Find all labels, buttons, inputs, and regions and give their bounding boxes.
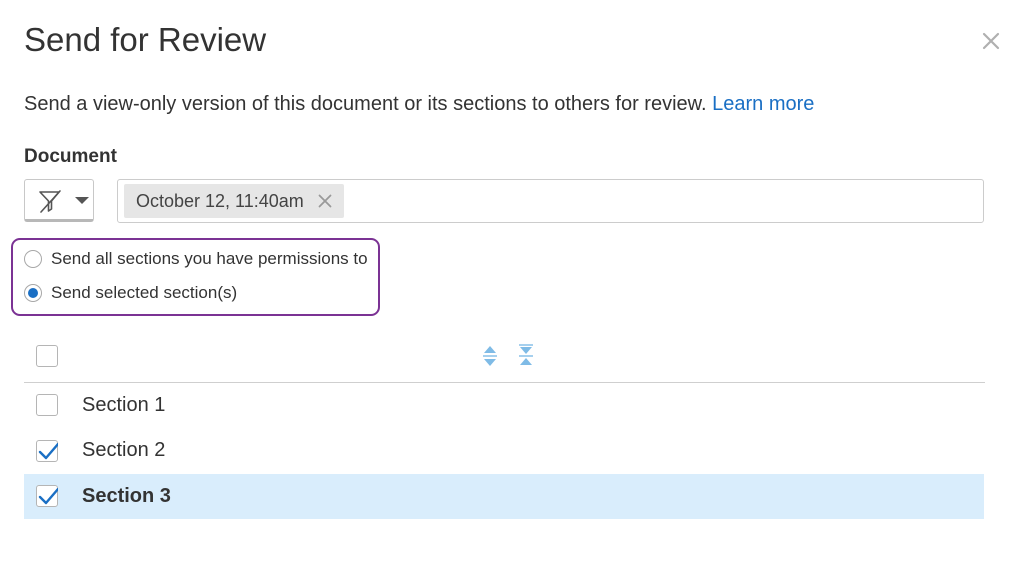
- section-label: Section 3: [82, 485, 171, 507]
- close-icon: [982, 32, 1000, 50]
- filter-dropdown-button[interactable]: [24, 179, 94, 222]
- section-checkbox[interactable]: [36, 440, 58, 462]
- document-label: Document: [24, 146, 117, 167]
- section-checkbox[interactable]: [36, 394, 58, 416]
- collapse-all-icon[interactable]: [516, 344, 536, 368]
- filter-off-icon: [37, 188, 63, 214]
- radio-send-all-sections[interactable]: Send all sections you have permissions t…: [24, 249, 368, 269]
- section-label: Section 1: [82, 394, 166, 416]
- section-checkbox[interactable]: [36, 485, 58, 507]
- close-icon: [318, 194, 332, 208]
- radio-label: Send all sections you have permissions t…: [51, 249, 368, 268]
- version-chip: October 12, 11:40am: [124, 184, 344, 218]
- radio-label: Send selected section(s): [51, 283, 238, 302]
- radio-button-unchecked[interactable]: [24, 250, 42, 268]
- close-button[interactable]: [978, 28, 1004, 54]
- send-for-review-dialog: Send for Review Send a view-only version…: [0, 0, 1011, 573]
- radio-button-checked[interactable]: [24, 284, 42, 302]
- radio-send-selected-sections[interactable]: Send selected section(s): [24, 283, 237, 303]
- section-row[interactable]: Section 2: [24, 428, 984, 473]
- checkmark-icon: [38, 488, 58, 505]
- version-input[interactable]: October 12, 11:40am: [117, 179, 984, 223]
- chevron-down-icon: [75, 197, 89, 204]
- checkmark-icon: [38, 443, 58, 460]
- sections-table-header: [24, 335, 985, 383]
- learn-more-link[interactable]: Learn more: [712, 93, 814, 115]
- description-text: Send a view-only version of this documen…: [24, 93, 707, 115]
- version-chip-label: October 12, 11:40am: [136, 190, 304, 211]
- select-all-checkbox[interactable]: [36, 345, 58, 367]
- dialog-title: Send for Review: [24, 21, 267, 58]
- section-label: Section 2: [82, 439, 166, 461]
- remove-chip-button[interactable]: [316, 192, 334, 210]
- section-row-highlighted[interactable]: Section 3: [24, 474, 984, 519]
- expand-all-icon[interactable]: [480, 344, 500, 368]
- dialog-description: Send a view-only version of this documen…: [24, 90, 814, 118]
- section-row[interactable]: Section 1: [24, 383, 984, 428]
